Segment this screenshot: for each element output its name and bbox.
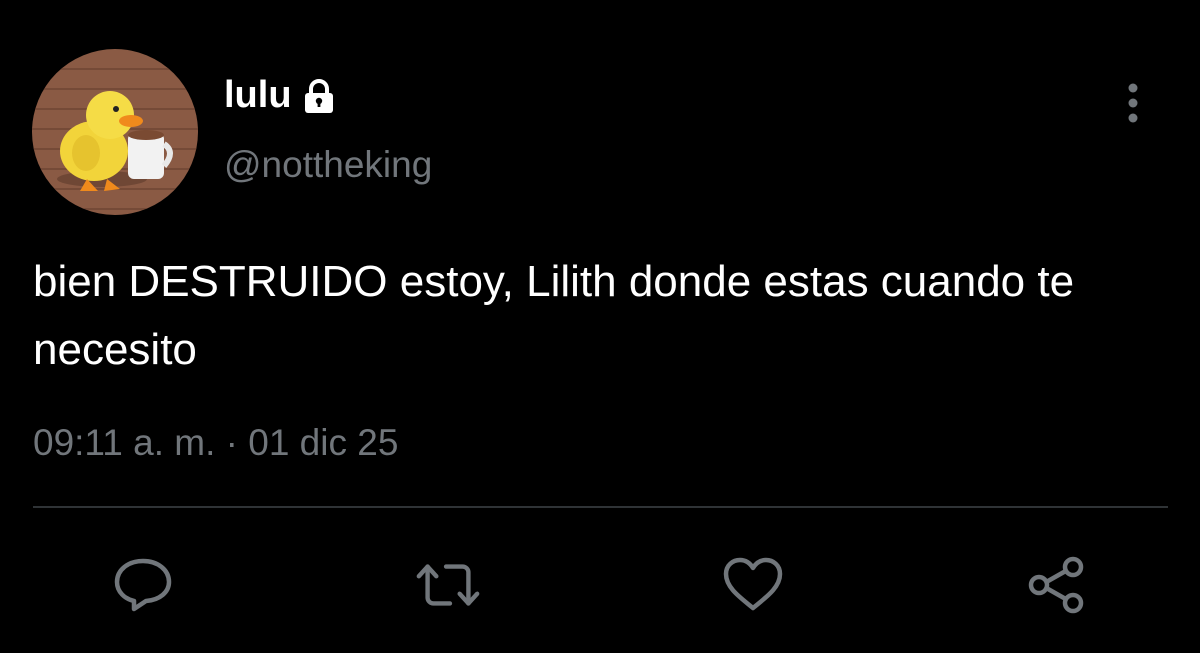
share-button[interactable]	[1022, 550, 1092, 620]
more-vertical-icon	[1128, 83, 1138, 123]
display-name: lulu	[224, 74, 292, 116]
tweet-timestamp[interactable]: 09:11 a. m. · 01 dic 25	[33, 420, 398, 466]
retweet-icon	[416, 564, 480, 606]
divider	[33, 506, 1168, 508]
retweet-button[interactable]	[413, 550, 483, 620]
tweet-card: lulu @nottheking bien DESTRUIDO estoy, L…	[0, 0, 1200, 653]
tweet-text: bien DESTRUIDO estoy, Lilith donde estas…	[33, 257, 1075, 374]
more-options-button[interactable]	[1110, 78, 1156, 128]
avatar[interactable]	[32, 49, 198, 215]
lock-icon	[302, 78, 336, 114]
heart-icon	[723, 557, 783, 611]
duck-with-mug-avatar-icon	[32, 49, 198, 215]
user-name-row[interactable]: lulu	[224, 72, 336, 118]
user-handle[interactable]: @nottheking	[224, 142, 432, 188]
like-button[interactable]	[718, 550, 788, 620]
share-icon	[1028, 556, 1084, 614]
reply-icon	[114, 558, 172, 612]
reply-button[interactable]	[108, 550, 178, 620]
